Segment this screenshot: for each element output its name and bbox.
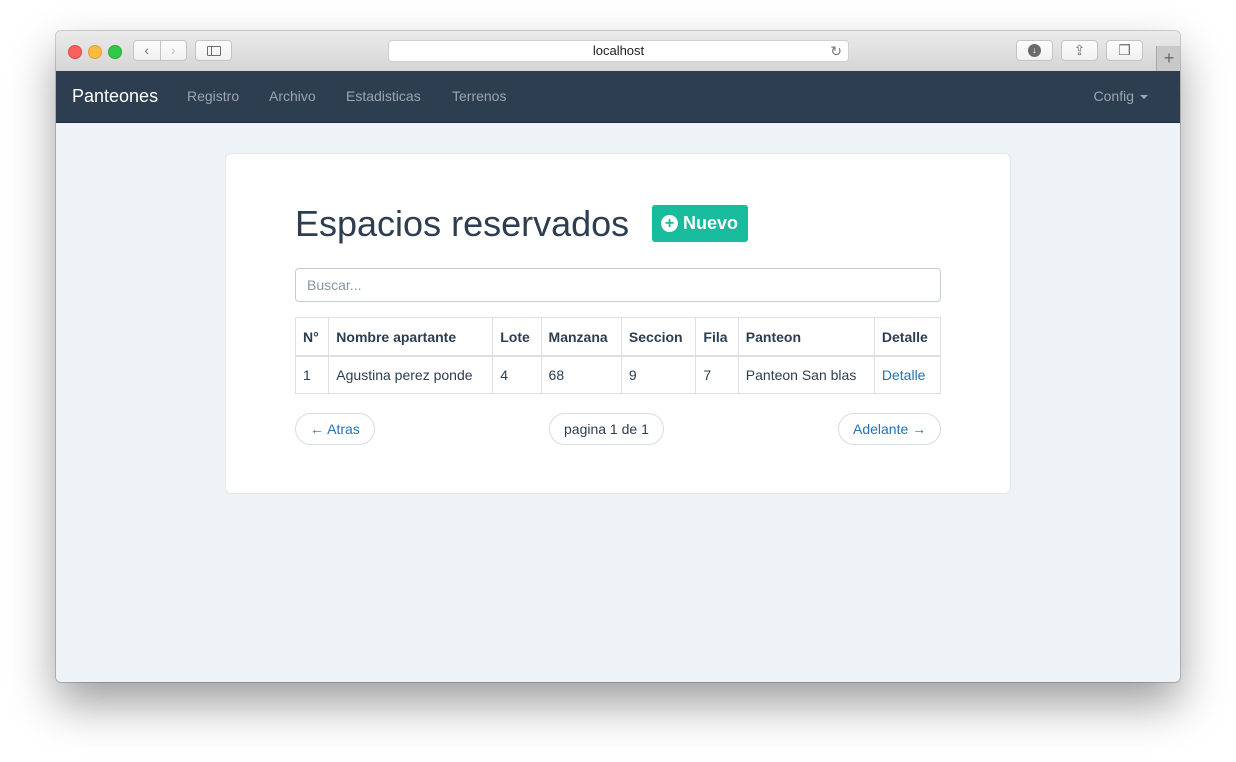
detalle-link[interactable]: Detalle: [882, 367, 926, 383]
col-header-detalle: Detalle: [873, 317, 942, 357]
share-icon: ⇪: [1073, 42, 1086, 58]
next-page-button[interactable]: Adelante →: [838, 413, 942, 445]
new-tab-button[interactable]: +: [1156, 46, 1180, 71]
results-table: N° Nombre apartante Lote Manzana Seccion…: [294, 317, 942, 394]
cell-lote: 4: [492, 355, 542, 394]
close-window-button[interactable]: [68, 45, 82, 59]
zoom-window-button[interactable]: [108, 45, 122, 59]
new-button[interactable]: + Nuevo: [652, 205, 748, 242]
cell-panteon: Panteon San blas: [737, 355, 875, 394]
page-indicator: pagina 1 de 1: [549, 413, 664, 445]
navbar-brand[interactable]: Panteones: [72, 71, 158, 122]
col-header-fila: Fila: [695, 317, 739, 357]
new-button-label: Nuevo: [683, 213, 739, 233]
table-row: 1 Agustina perez ponde 4 68 9 7 Panteon …: [294, 355, 942, 394]
col-header-lote: Lote: [492, 317, 542, 357]
downloads-button[interactable]: ↓: [1016, 40, 1053, 61]
tabs-icon: ❐: [1118, 42, 1131, 58]
address-bar[interactable]: localhost ↻: [388, 40, 849, 62]
cell-manzana: 68: [540, 355, 622, 394]
col-header-name: Nombre apartante: [328, 317, 494, 357]
minimize-window-button[interactable]: [88, 45, 102, 59]
cell-fila: 7: [695, 355, 739, 394]
content-panel: Espacios reservados + Nuevo N° Nombre ap…: [225, 153, 1011, 494]
cell-name: Agustina perez ponde: [328, 355, 494, 394]
url-text: localhost: [592, 43, 645, 58]
nav-link-archivo[interactable]: Archivo: [269, 71, 316, 122]
forward-arrow-icon[interactable]: ›: [161, 41, 187, 60]
browser-window: ‹ › localhost ↻ ↓ ⇪ ❐ + Panteones Regist…: [56, 31, 1180, 682]
sidebar-icon: [206, 45, 221, 56]
plus-circle-icon: +: [661, 215, 678, 232]
cell-detalle: Detalle: [873, 355, 942, 394]
config-dropdown[interactable]: Config: [1094, 71, 1148, 122]
caret-down-icon: [1140, 95, 1148, 100]
col-header-panteon: Panteon: [737, 317, 875, 357]
page-title: Espacios reservados: [295, 203, 630, 244]
col-header-manzana: Manzana: [540, 317, 622, 357]
cell-number: 1: [294, 355, 330, 394]
nav-link-estadisticas[interactable]: Estadisticas: [346, 71, 421, 122]
nav-link-registro[interactable]: Registro: [187, 71, 239, 122]
download-icon: ↓: [1028, 44, 1041, 57]
reload-icon[interactable]: ↻: [830, 41, 842, 61]
config-label: Config: [1093, 88, 1134, 104]
nav-link-terrenos[interactable]: Terrenos: [452, 71, 506, 122]
col-header-seccion: Seccion: [620, 317, 697, 357]
history-nav-group: ‹ ›: [133, 40, 187, 61]
app-navbar: Panteones Registro Archivo Estadisticas …: [56, 71, 1180, 123]
browser-titlebar: ‹ › localhost ↻ ↓ ⇪ ❐ +: [56, 31, 1180, 72]
search-input[interactable]: [295, 268, 941, 302]
table-header-row: N° Nombre apartante Lote Manzana Seccion…: [294, 317, 942, 357]
cell-seccion: 9: [620, 355, 697, 394]
prev-page-button[interactable]: ← Atras: [295, 413, 375, 445]
sidebar-toggle-button[interactable]: [195, 40, 232, 61]
col-header-number: N°: [294, 317, 330, 357]
share-button[interactable]: ⇪: [1061, 40, 1098, 61]
tab-overview-button[interactable]: ❐: [1106, 40, 1143, 61]
back-arrow-icon[interactable]: ‹: [134, 41, 160, 60]
